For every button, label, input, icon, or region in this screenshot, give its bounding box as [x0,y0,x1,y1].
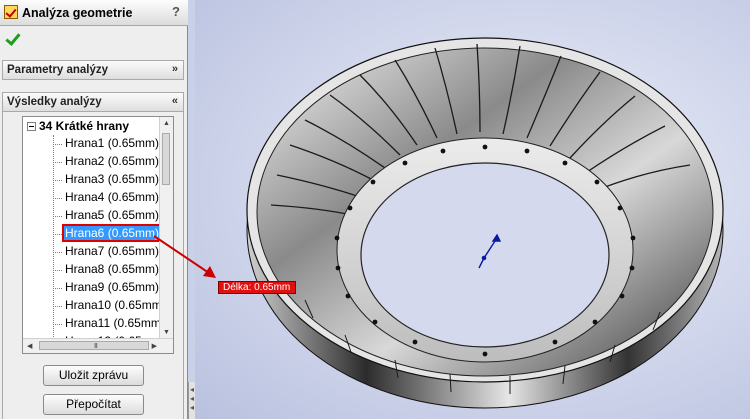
graphics-viewport[interactable] [195,0,750,419]
expand-icon[interactable]: » [172,63,178,75]
tree-branch-line [53,216,62,217]
panel-resize-handle[interactable]: ◂ ◂ ◂ [188,382,195,419]
group-analysis-parameters-label: Parametry analýzy [7,64,109,76]
tree-item-label: Hrana1 (0.65mm) [65,136,160,150]
tree-item-label: Hrana2 (0.65mm) [65,154,160,168]
tree-connector-line [53,135,54,353]
geometry-analysis-icon [4,5,18,19]
tree-branch-line [53,270,62,271]
horizontal-scroll-thumb[interactable]: III [39,341,149,350]
panel-title: Analýza geometrie [22,6,133,20]
ok-checkmark-icon[interactable] [4,31,20,47]
tree-vertical-scrollbar[interactable]: ▲ ▼ [159,117,173,339]
tree-branch-line [53,324,62,325]
scroll-left-icon[interactable]: ◀ [27,342,32,350]
center-opening [360,162,610,348]
panel-titlebar: Analýza geometrie ? [0,0,188,26]
edge-length-callout: Délka: 0.65mm [218,281,296,294]
tree-item-label: Hrana6 (0.65mm) [61,224,163,242]
tree-branch-line [53,162,62,163]
help-icon[interactable]: ? [172,4,180,19]
results-tree[interactable]: 34 Krátké hrany Hrana1 (0.65mm) Hrana2 (0… [22,116,174,354]
tree-branch-line [53,198,62,199]
tree-item-label: Hrana7 (0.65mm) [65,244,160,258]
recalculate-button[interactable]: Přepočítat [43,394,144,415]
tree-collapse-icon[interactable] [27,122,36,131]
save-report-button[interactable]: Uložit zprávu [43,365,144,386]
tree-item-label: Hrana3 (0.65mm) [65,172,160,186]
tree-branch-line [53,252,62,253]
scroll-up-icon[interactable]: ▲ [163,120,170,127]
tree-branch-line [53,288,62,289]
property-manager-panel: Analýza geometrie ? Parametry analýzy » … [0,0,188,419]
tree-item-label: Hrana8 (0.65mm) [65,262,160,276]
scroll-thumb[interactable] [162,133,170,185]
group-analysis-results-label: Výsledky analýzy [7,96,102,108]
group-analysis-parameters[interactable]: Parametry analýzy » [2,60,184,80]
tree-branch-line [53,180,62,181]
tree-branch-line [53,234,62,235]
tree-item-label: Hrana5 (0.65mm) [65,208,160,222]
tree-item-label: Hrana11 (0.65mm [65,316,161,330]
tree-horizontal-scrollbar[interactable]: ◀ III ▶ [23,338,173,353]
model-render [246,37,724,409]
group-analysis-results[interactable]: Výsledky analýzy « [2,92,184,112]
tree-branch-line [53,306,62,307]
tree-root-label: 34 Krátké hrany [39,119,130,133]
tree-item-label: Hrana4 (0.65mm) [65,190,160,204]
scroll-grip: III [94,343,98,350]
tree-item-label: Hrana9 (0.65mm) [65,280,160,294]
tree-item-label: Hrana10 (0.65mm [65,298,162,312]
scroll-right-icon[interactable]: ▶ [152,342,157,350]
grip-dots-icon: ◂ ◂ ◂ [190,385,195,412]
collapse-icon[interactable]: « [172,95,178,107]
tree-branch-line [53,144,62,145]
scroll-down-icon[interactable]: ▼ [163,329,170,336]
